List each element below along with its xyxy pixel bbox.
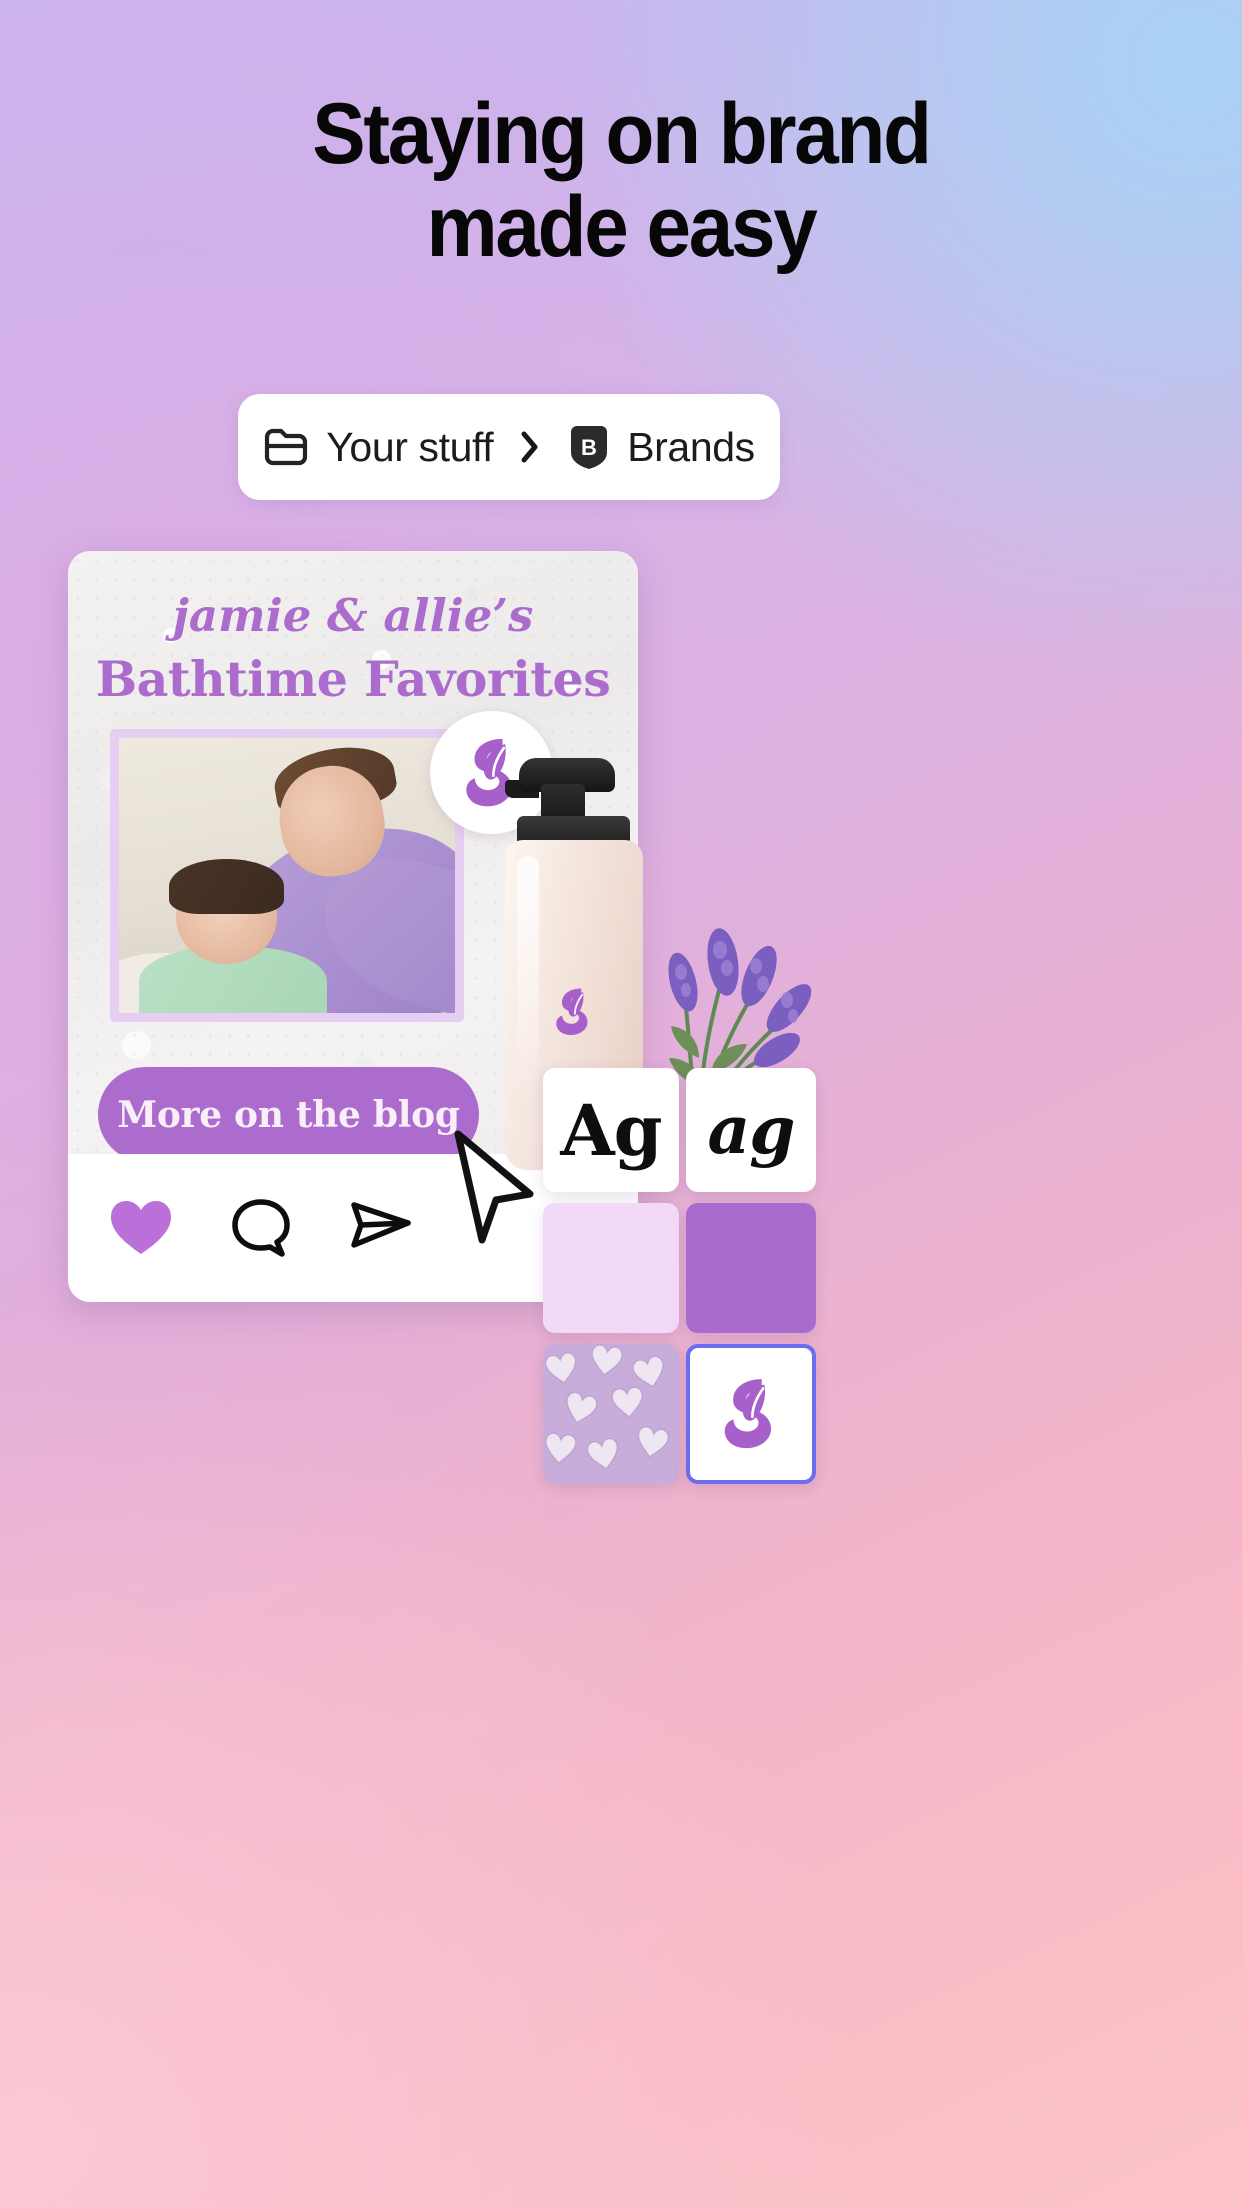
logo-tile[interactable] [686,1344,816,1484]
chevron-right-icon [521,431,538,463]
brand-kit-badge-icon: B [571,426,608,469]
color-swatch-light-lilac[interactable] [543,1203,679,1333]
folder-icon [265,428,308,466]
breadcrumb-item-your-stuff[interactable]: Your stuff [263,423,494,471]
leaf-s-logo-icon [724,1379,772,1449]
breadcrumb[interactable]: Your stuff B Brands [238,394,780,500]
font-sample-lowercase: ag [707,1091,796,1169]
comment-button[interactable] [225,1192,297,1264]
brand-badge-letter: B [581,435,597,460]
color-swatch-purple[interactable] [686,1203,816,1333]
headline-line-1: Staying on brand [312,86,932,182]
breadcrumb-label-brands: Brands [627,423,755,470]
breadcrumb-item-brands[interactable]: B Brands [567,423,755,471]
page-headline: Staying on brand made easy [43,88,1198,274]
like-button[interactable] [105,1192,177,1264]
breadcrumb-label-your-stuff: Your stuff [326,423,494,470]
paper-plane-icon [351,1202,411,1248]
post-title-line-2: Bathtime Favorites [95,650,611,708]
post-title-line-1: jamie & allie’s [172,589,534,642]
more-on-the-blog-button[interactable]: More on the blog [98,1067,479,1162]
arrow-cursor [454,1130,534,1244]
pattern-tile-hearts[interactable] [543,1344,679,1484]
hearts-pattern [543,1344,679,1484]
comment-bubble-icon [232,1199,290,1257]
photo-baby-hair [169,859,284,914]
bottle-highlight [517,856,539,1107]
font-tile-lowercase[interactable]: ag [686,1068,816,1192]
font-tile-uppercase[interactable]: Ag [543,1068,679,1192]
post-title: jamie & allie’s Bathtime Favorites [68,589,638,708]
leaf-s-logo-icon [556,988,588,1035]
post-photo [110,729,464,1022]
heart-filled-icon [111,1201,171,1254]
more-on-the-blog-label: More on the blog [117,1093,460,1136]
share-button[interactable] [345,1192,417,1264]
font-sample-uppercase: Ag [560,1088,662,1172]
headline-line-2: made easy [426,178,817,275]
